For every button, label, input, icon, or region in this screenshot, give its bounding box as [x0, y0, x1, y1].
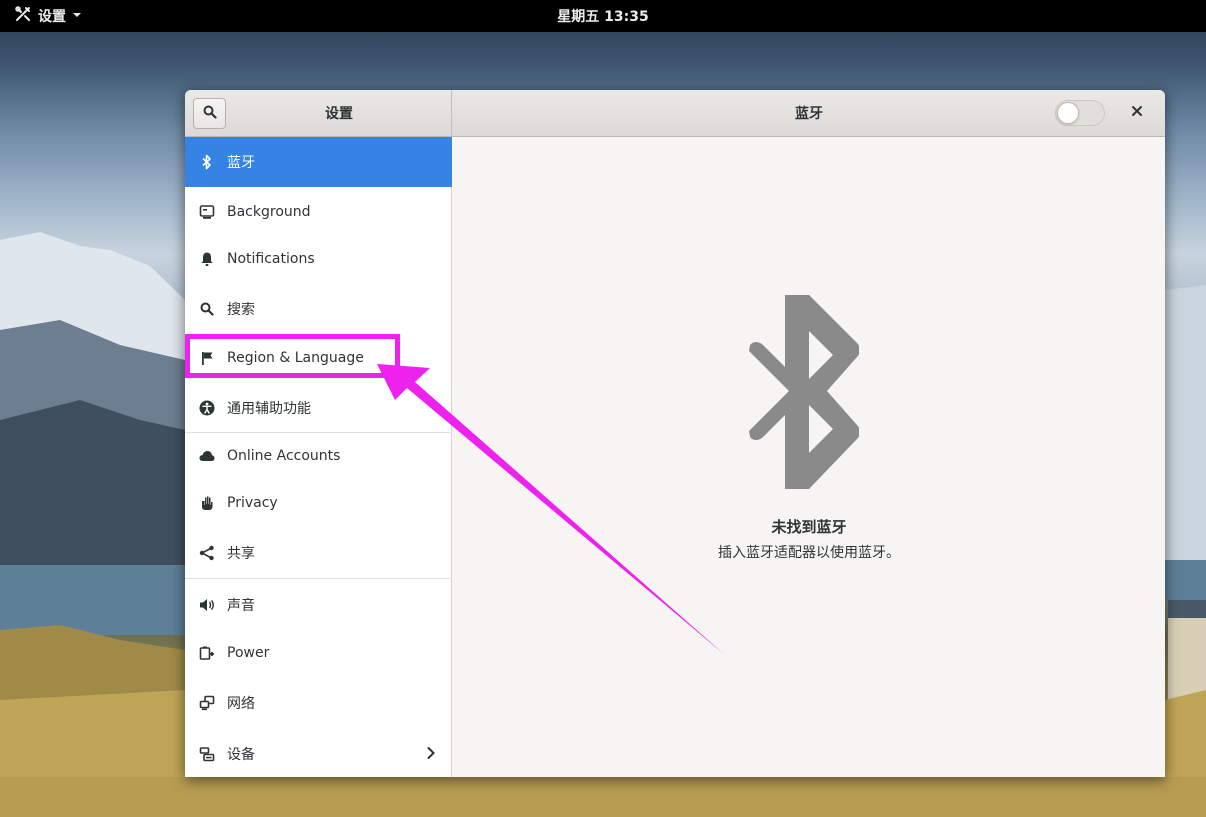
bluetooth-switch[interactable] [1055, 100, 1105, 126]
sidebar-item-online-accounts[interactable]: Online Accounts [185, 431, 452, 481]
devices-icon [199, 746, 215, 762]
cloud-icon [199, 448, 215, 464]
sidebar-item-label: 通用辅助功能 [227, 401, 311, 417]
header-bar: 设置 蓝牙 [185, 90, 1165, 137]
sidebar-item-label: Notifications [227, 251, 315, 267]
sidebar-item-sharing[interactable]: 共享 [185, 528, 452, 578]
background-icon [199, 204, 215, 220]
network-icon [199, 695, 215, 711]
sidebar-item-label: Region & Language [227, 350, 364, 366]
sidebar-header: 设置 [185, 90, 452, 136]
sidebar-item-notifications[interactable]: Notifications [185, 234, 452, 284]
sidebar-item-label: Privacy [227, 495, 278, 511]
sidebar-item-region-language[interactable]: Region & Language [185, 333, 452, 383]
clock-label: 星期五 13:35 [557, 9, 649, 25]
accessibility-icon [199, 400, 215, 416]
sidebar-item-label: Online Accounts [227, 448, 341, 464]
power-plug-icon [199, 645, 215, 661]
speaker-icon [199, 597, 215, 613]
hand-icon [199, 495, 215, 511]
sidebar-item-label: 蓝牙 [227, 155, 255, 171]
close-button[interactable] [1125, 101, 1149, 125]
search-button[interactable] [193, 98, 226, 129]
sidebar-item-power[interactable]: Power [185, 628, 452, 678]
sidebar-item-label: Power [227, 645, 270, 661]
sidebar-separator [185, 578, 452, 579]
flag-icon [199, 350, 215, 366]
sidebar-item-accessibility[interactable]: 通用辅助功能 [185, 383, 452, 433]
bluetooth-icon [199, 154, 215, 170]
search-icon [203, 105, 217, 123]
chevron-right-icon [426, 746, 436, 764]
search-icon [199, 301, 215, 317]
share-icon [199, 545, 215, 561]
sidebar-item-bluetooth[interactable]: 蓝牙 [185, 137, 452, 187]
sidebar-item-label: 声音 [227, 598, 255, 614]
bell-icon [199, 251, 215, 267]
empty-state-subtitle: 插入蓝牙适配器以使用蓝牙。 [718, 545, 900, 561]
sidebar-item-label: 共享 [227, 546, 255, 562]
sidebar-item-label: Background [227, 204, 311, 220]
sidebar-item-devices[interactable]: 设备 [185, 729, 452, 777]
sidebar-title: 设置 [325, 106, 353, 122]
sidebar-item-label: 设备 [227, 747, 255, 763]
bluetooth-large-icon [749, 295, 860, 493]
sidebar-item-search[interactable]: 搜索 [185, 284, 452, 334]
empty-state-title: 未找到蓝牙 [771, 518, 847, 536]
sidebar-item-background[interactable]: Background [185, 187, 452, 237]
switch-knob [1057, 102, 1079, 124]
settings-window: 设置 蓝牙 蓝牙 Background Notifications 搜索 Reg… [185, 90, 1165, 777]
sidebar-item-sound[interactable]: 声音 [185, 580, 452, 630]
sidebar-item-label: 网络 [227, 696, 255, 712]
sidebar-item-label: 搜索 [227, 302, 255, 318]
clock[interactable]: 星期五 13:35 [0, 0, 1206, 32]
sidebar-item-privacy[interactable]: Privacy [185, 478, 452, 528]
close-icon [1131, 105, 1143, 121]
top-bar: 设置 星期五 13:35 [0, 0, 1206, 32]
sidebar-item-network[interactable]: 网络 [185, 678, 452, 728]
sidebar: 蓝牙 Background Notifications 搜索 Region & … [185, 137, 452, 777]
bluetooth-panel: 未找到蓝牙 插入蓝牙适配器以使用蓝牙。 [453, 137, 1165, 777]
